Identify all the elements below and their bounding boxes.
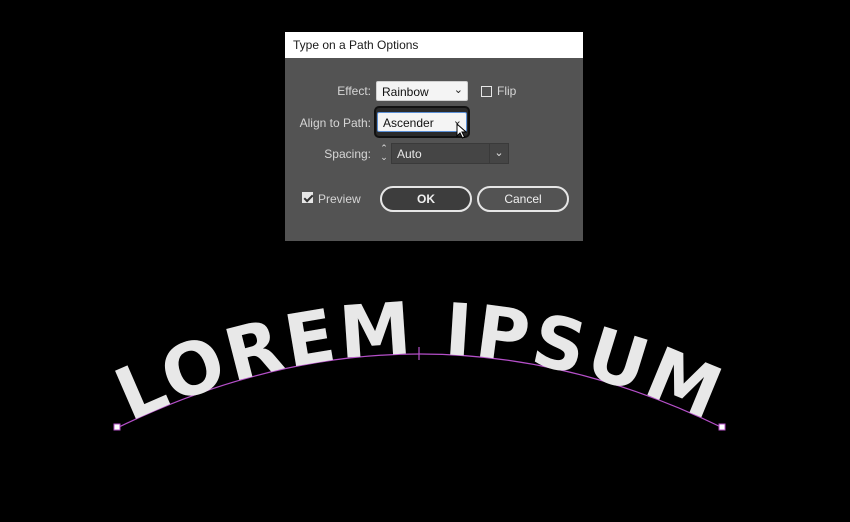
align-to-path-select-value: Ascender [383, 116, 434, 130]
chevron-down-icon: ⌄ [453, 84, 463, 96]
spacing-value: Auto [397, 147, 422, 161]
path-type-textpath: LOREM IPSUM [103, 286, 733, 437]
cancel-button[interactable]: Cancel [477, 186, 569, 212]
preview-label: Preview [318, 192, 361, 206]
align-to-path-select[interactable]: Ascender ⌄ [377, 112, 467, 132]
path-type-text[interactable]: LOREM IPSUM [103, 286, 736, 437]
flip-checkbox[interactable] [481, 86, 492, 97]
chevron-down-icon[interactable]: ⌄ [489, 144, 508, 163]
spacing-combobox[interactable]: Auto ⌄ [391, 143, 509, 164]
type-on-path-options-dialog: Type on a Path Options Effect: Rainbow ⌄… [285, 32, 583, 241]
spacing-label: Spacing: [324, 147, 371, 161]
mouse-cursor-icon [456, 123, 468, 139]
spacing-stepper[interactable]: ⌃ ⌄ [378, 144, 390, 164]
align-to-path-label: Align to Path: [299, 116, 371, 130]
dialog-title: Type on a Path Options [293, 38, 419, 52]
path-start-anchor[interactable] [113, 423, 121, 431]
ok-button[interactable]: OK [380, 186, 472, 212]
effect-select[interactable]: Rainbow ⌄ [376, 81, 468, 101]
flip-label: Flip [497, 84, 517, 98]
path-end-anchor[interactable] [718, 423, 726, 431]
preview-checkbox[interactable] [302, 192, 313, 203]
stepper-down-icon[interactable]: ⌄ [378, 153, 390, 162]
effect-label: Effect: [337, 84, 371, 98]
dialog-titlebar[interactable]: Type on a Path Options [285, 32, 583, 58]
effect-select-value: Rainbow [382, 85, 429, 99]
